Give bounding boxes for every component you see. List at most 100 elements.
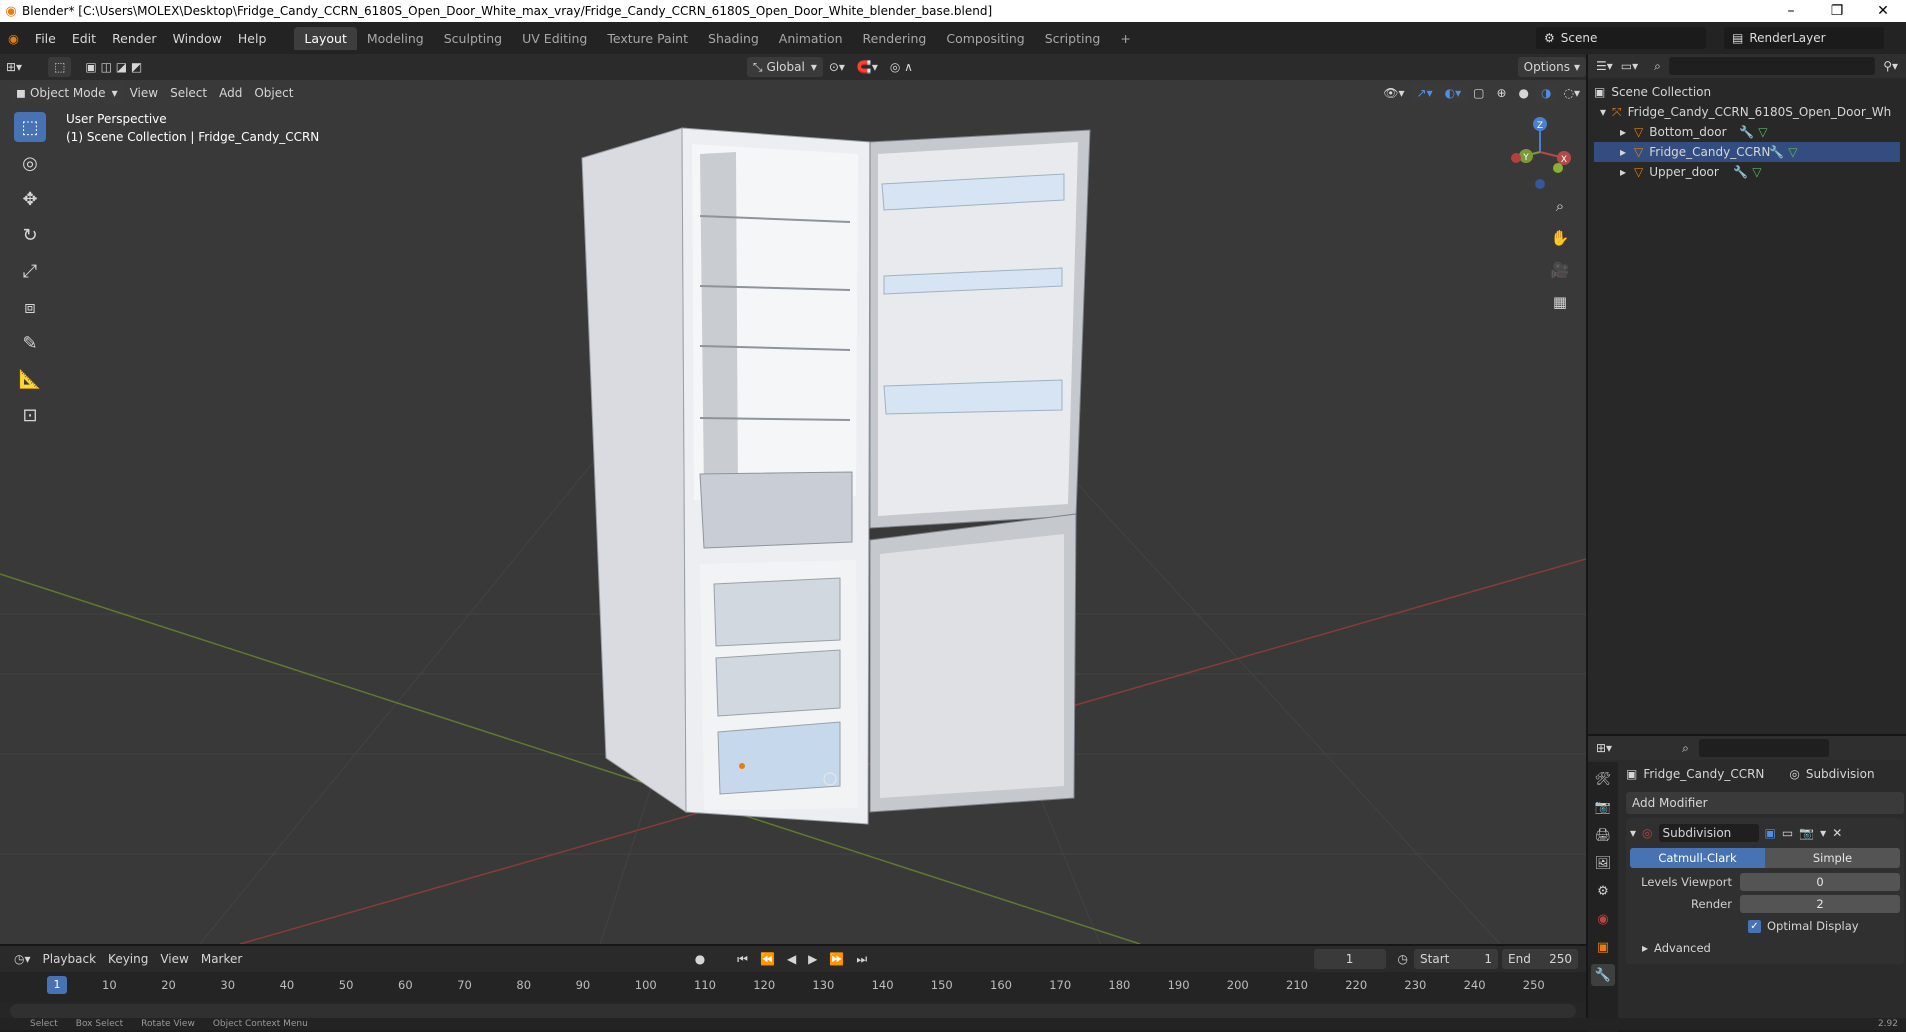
measure-tool-icon[interactable]: 📐 xyxy=(14,364,46,394)
tree-row-bottom-door[interactable]: ▸ ▽ Bottom_door 🔧 ▽ xyxy=(1594,122,1900,142)
collapse-arrow-icon[interactable]: ▾ xyxy=(1630,826,1636,840)
scene-tab-icon[interactable]: ⚙ xyxy=(1591,880,1615,902)
current-frame-field[interactable]: 1 xyxy=(1313,949,1386,969)
modifier-tab-icon[interactable]: 🔧 xyxy=(1591,964,1615,986)
transform-orientation-dropdown[interactable]: ⤡ Global ▾ xyxy=(746,57,823,77)
timeline-menu-view[interactable]: View xyxy=(154,949,194,969)
expand-arrow-icon[interactable]: ▾ xyxy=(1600,105,1606,119)
viewport-menu-add[interactable]: Add xyxy=(213,83,248,103)
tab-modeling[interactable]: Modeling xyxy=(357,27,434,50)
start-frame-field[interactable]: Start 1 xyxy=(1414,949,1499,969)
xray-icon[interactable]: ▢ xyxy=(1467,83,1490,103)
expand-arrow-icon[interactable]: ▸ xyxy=(1620,165,1626,179)
next-keyframe-icon[interactable]: ⏩ xyxy=(823,949,850,969)
view-layer-tab-icon[interactable]: 🖼 xyxy=(1591,852,1615,874)
playhead-marker[interactable]: 1 xyxy=(47,976,67,994)
render-tab-icon[interactable]: 📷 xyxy=(1591,796,1615,818)
tab-texture-paint[interactable]: Texture Paint xyxy=(597,27,698,50)
add-modifier-dropdown[interactable]: Add Modifier xyxy=(1626,792,1904,814)
search-icon[interactable]: ⌕ xyxy=(1654,59,1661,74)
filter-funnel-icon[interactable]: ⚲▾ xyxy=(1883,59,1898,73)
menu-edit[interactable]: Edit xyxy=(64,31,104,46)
play-reverse-icon[interactable]: ◀ xyxy=(781,949,802,969)
viewport-menu-select[interactable]: Select xyxy=(164,83,213,103)
output-tab-icon[interactable]: 🖨 xyxy=(1591,824,1615,846)
camera-icon[interactable]: 🎥 xyxy=(1546,258,1574,282)
simple-button[interactable]: Simple xyxy=(1765,848,1900,868)
edit-mode-toggle-icon[interactable]: ▣ xyxy=(1765,826,1776,840)
gizmo-toggle-icon[interactable]: ↗▾ xyxy=(1410,83,1439,103)
close-icon[interactable]: ✕ xyxy=(1832,826,1842,840)
timeline-menu-keying[interactable]: Keying xyxy=(102,949,154,969)
menu-render[interactable]: Render xyxy=(104,31,165,46)
grid-view-icon[interactable]: ▦ xyxy=(1546,290,1574,314)
jump-start-icon[interactable]: ⏮ xyxy=(731,949,754,969)
shading-material-icon[interactable]: ◑ xyxy=(1535,83,1558,103)
display-mode-icon[interactable]: ☰▾ xyxy=(1596,59,1613,73)
select-box-tool-icon[interactable]: ⬚ xyxy=(14,112,46,142)
tree-row-upper-door[interactable]: ▸ ▽ Upper_door 🔧 ▽ xyxy=(1594,162,1900,182)
restore-button[interactable]: ❐ xyxy=(1814,3,1860,19)
fridge-model[interactable] xyxy=(581,127,1091,825)
render-toggle-icon[interactable]: 📷 xyxy=(1799,826,1814,840)
navigation-gizmo[interactable]: Z X Y xyxy=(1500,112,1580,192)
editor-type-icon[interactable]: ⊞▾ xyxy=(1596,741,1612,755)
tab-compositing[interactable]: Compositing xyxy=(936,27,1034,50)
search-icon[interactable]: ⌕ xyxy=(1682,741,1689,756)
editor-type-icon[interactable]: ◷▾ xyxy=(8,949,37,969)
tab-scripting[interactable]: Scripting xyxy=(1035,27,1111,50)
prev-keyframe-icon[interactable]: ⏪ xyxy=(754,949,781,969)
realtime-toggle-icon[interactable]: ▭ xyxy=(1782,826,1793,840)
rotate-tool-icon[interactable]: ↻ xyxy=(14,220,46,250)
options-dropdown[interactable]: Options ▾ xyxy=(1517,57,1586,77)
shading-rendered-icon[interactable]: ◌▾ xyxy=(1558,83,1587,103)
render-levels-field[interactable]: 2 xyxy=(1740,895,1900,913)
object-tab-icon[interactable]: ▣ xyxy=(1591,936,1615,958)
viewport-menu-view[interactable]: View xyxy=(124,83,164,103)
expand-arrow-icon[interactable]: ▸ xyxy=(1620,125,1626,139)
transform-tool-icon[interactable]: ⧈ xyxy=(14,292,46,322)
tool-tab-icon[interactable]: 🛠 xyxy=(1591,768,1615,790)
select-tool-icon[interactable]: ⬚ xyxy=(48,57,72,77)
timeline-menu-playback[interactable]: Playback xyxy=(37,949,103,969)
filter-view-icon[interactable]: ▭▾ xyxy=(1621,59,1638,73)
jump-end-icon[interactable]: ⏭ xyxy=(850,949,873,969)
tab-animation[interactable]: Animation xyxy=(769,27,853,50)
menu-window[interactable]: Window xyxy=(165,31,230,46)
optimal-display-checkbox[interactable]: ✓ xyxy=(1748,919,1761,933)
overlay-toggle-icon[interactable]: ◐▾ xyxy=(1438,83,1468,103)
add-workspace-button[interactable]: + xyxy=(1110,27,1140,50)
select-mode-icons[interactable]: ▣ ◫ ◪ ◩ xyxy=(79,57,148,77)
proportional-edit-icon[interactable]: ◎ ∧ xyxy=(884,57,919,77)
pan-hand-icon[interactable]: ✋ xyxy=(1546,226,1574,250)
editor-type-icon[interactable]: ⊞▾ xyxy=(0,57,28,77)
minimize-button[interactable]: – xyxy=(1768,3,1814,19)
properties-search-input[interactable] xyxy=(1698,739,1829,757)
move-tool-icon[interactable]: ✥ xyxy=(14,184,46,214)
frame-ruler[interactable]: 1 10 20 30 40 50 60 70 80 90 100 110 120 130 140 150 16… xyxy=(0,972,1586,1002)
play-icon[interactable]: ▶ xyxy=(802,949,823,969)
timeline-menu-marker[interactable]: Marker xyxy=(195,949,248,969)
blender-menu-icon[interactable]: ◉ xyxy=(0,31,27,46)
menu-help[interactable]: Help xyxy=(230,31,275,46)
annotate-tool-icon[interactable]: ✎ xyxy=(14,328,46,358)
scale-tool-icon[interactable]: ⤢ xyxy=(14,256,46,286)
levels-viewport-field[interactable]: 0 xyxy=(1740,873,1900,891)
tree-row-collection[interactable]: ▾ ⤧ Fridge_Candy_CCRN_6180S_Open_Door_Wh xyxy=(1594,102,1900,122)
end-frame-field[interactable]: End 250 xyxy=(1502,949,1579,969)
add-cube-tool-icon[interactable]: ⊡ xyxy=(14,400,46,430)
advanced-subpanel[interactable]: ▸ Advanced xyxy=(1630,938,1900,958)
snap-icon[interactable]: 🧲▾ xyxy=(851,57,884,77)
catmull-clark-button[interactable]: Catmull-Clark xyxy=(1630,848,1765,868)
viewport-menu-object[interactable]: Object xyxy=(248,83,299,103)
record-button-icon[interactable]: ● xyxy=(689,949,711,969)
close-button[interactable]: ✕ xyxy=(1860,3,1906,19)
tree-row-fridge[interactable]: ▸ ▽ Fridge_Candy_CCRN 🔧 ▽ xyxy=(1594,142,1900,162)
shading-solid-icon[interactable]: ● xyxy=(1513,83,1535,103)
tab-rendering[interactable]: Rendering xyxy=(853,27,937,50)
object-mode-dropdown[interactable]: ◼ Object Mode ▾ xyxy=(10,83,124,103)
tab-sculpting[interactable]: Sculpting xyxy=(434,27,512,50)
chevron-down-icon[interactable]: ▾ xyxy=(1820,826,1826,840)
outliner-search-input[interactable] xyxy=(1668,57,1876,75)
shading-wireframe-icon[interactable]: ⊕ xyxy=(1490,83,1512,103)
